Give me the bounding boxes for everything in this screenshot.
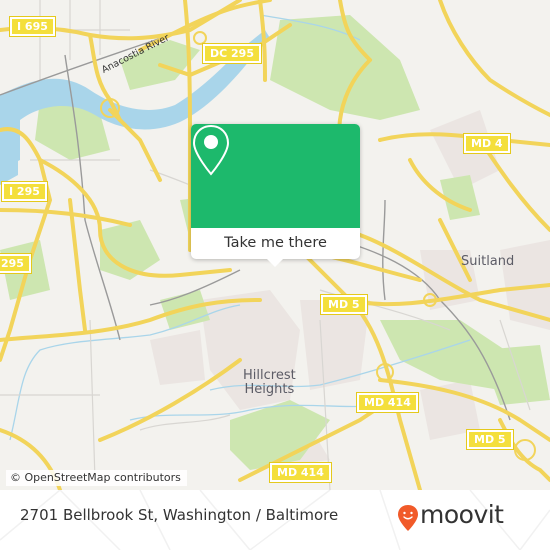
moovit-wordmark: moovit bbox=[420, 500, 504, 529]
road-shield-i695: I 695 bbox=[9, 16, 56, 37]
destination-address: 2701 Bellbrook St, Washington / Baltimor… bbox=[20, 506, 339, 524]
road-shield-md4: MD 4 bbox=[463, 133, 511, 154]
popup-pointer bbox=[267, 259, 283, 267]
place-label-suitland: Suitland bbox=[461, 254, 515, 269]
place-label-line2: Heights bbox=[244, 382, 295, 397]
road-shield-dc295: DC 295 bbox=[202, 43, 262, 64]
map-pin-icon bbox=[192, 124, 230, 176]
road-shield-md5-south: MD 5 bbox=[466, 429, 514, 450]
take-me-there-button[interactable]: Take me there bbox=[191, 228, 360, 259]
footer-bar: 2701 Bellbrook St, Washington / Baltimor… bbox=[0, 490, 550, 550]
road-shield-md414-south: MD 414 bbox=[269, 462, 332, 483]
map-attribution[interactable]: © OpenStreetMap contributors bbox=[6, 470, 187, 486]
destination-popup: Take me there bbox=[191, 124, 360, 267]
moovit-smiley-pin-icon bbox=[398, 505, 418, 531]
road-shield-md414-east: MD 414 bbox=[356, 392, 419, 413]
popup-header bbox=[191, 124, 360, 228]
road-shield-md5-north: MD 5 bbox=[320, 294, 368, 315]
place-label-line1: Hillcrest bbox=[243, 368, 296, 383]
place-label-hillcrest-heights: Hillcrest Heights bbox=[243, 369, 296, 397]
road-shield-i295: I 295 bbox=[1, 181, 48, 202]
map-view[interactable]: I 695 DC 295 MD 4 I 295 295 MD 5 MD 414 … bbox=[0, 0, 550, 490]
road-shield-295: 295 bbox=[0, 253, 32, 274]
